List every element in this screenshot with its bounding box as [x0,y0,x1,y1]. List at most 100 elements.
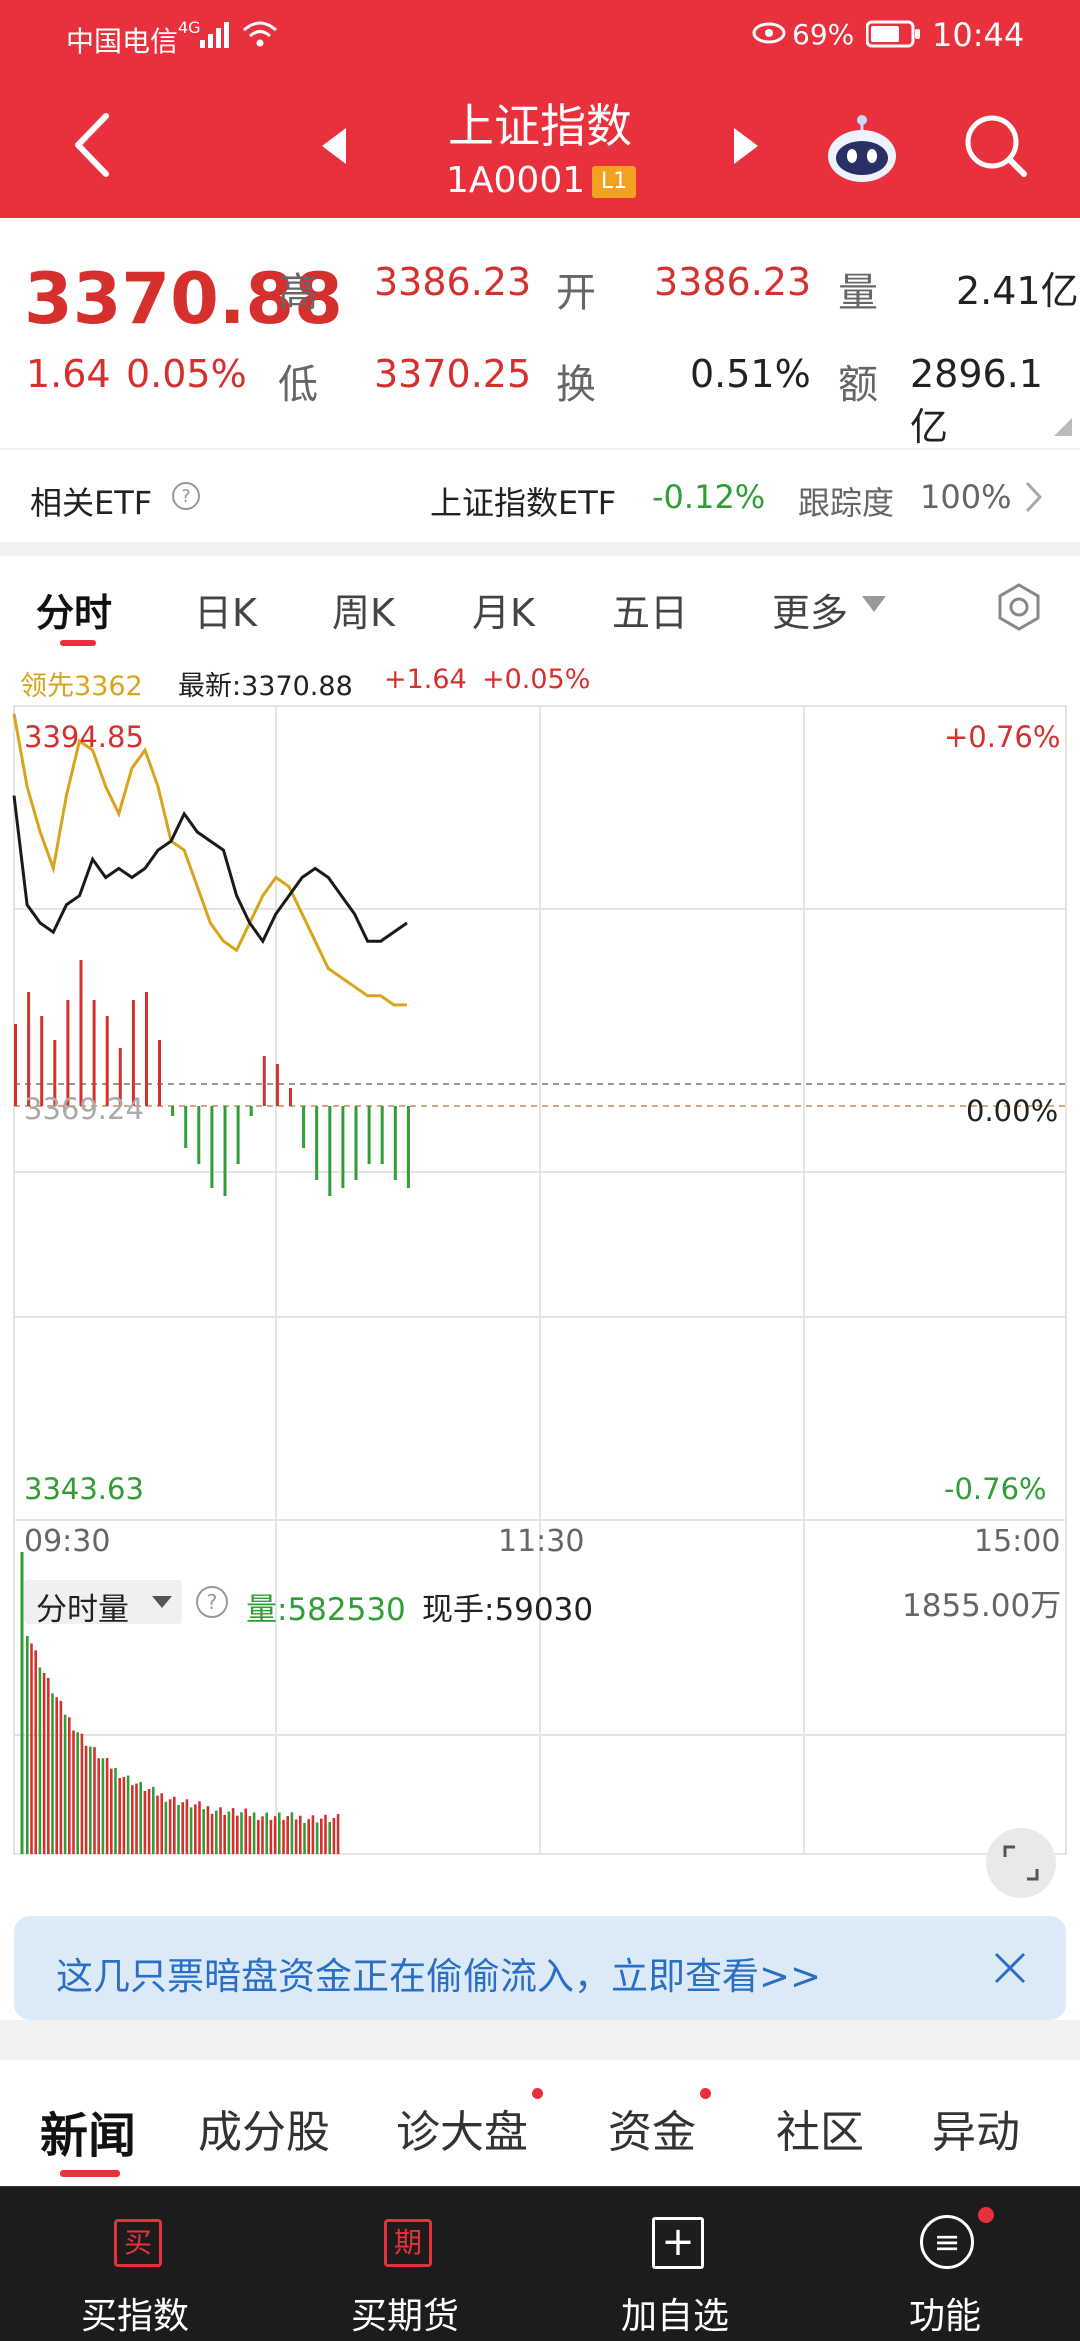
nav-label: 买指数 [80,2296,189,2337]
open-value: 3386.23 [654,260,812,304]
turnover-value: 0.51% [690,352,811,396]
flow-bar [380,1106,384,1164]
nav-label: 买期货 [350,2296,459,2337]
active-news-indicator [60,2170,120,2177]
settings-icon[interactable] [994,582,1044,632]
close-icon[interactable] [992,1950,1028,1986]
nav-add-watchlist[interactable]: + 加自选 [540,2187,810,2341]
volume-bar [227,1811,231,1854]
volume-bar [336,1814,340,1854]
volume-bar [59,1700,63,1854]
volume-bar [84,1745,88,1854]
time-mid: 11:30 [498,1524,585,1559]
dropdown-triangle-icon [152,1596,172,1608]
volume-bar [34,1650,37,1854]
flow-bar [393,1106,397,1180]
robot-assistant-icon[interactable] [822,108,902,188]
flow-bar [328,1106,332,1196]
tab-intraday[interactable]: 分时 [36,582,112,637]
tab-community[interactable]: 社区 [776,2096,864,2160]
volume-bar [139,1781,142,1854]
help-icon[interactable]: ? [170,480,202,512]
next-stock-icon[interactable] [732,126,762,166]
volume-bar [236,1815,239,1854]
nav-label: 加自选 [620,2296,729,2337]
flow-bar [66,1000,70,1106]
volume-value: 2.41亿 [956,269,1079,313]
tab-more[interactable]: 更多 [772,582,848,637]
tab-market-diagnosis[interactable]: 诊大盘 [396,2096,528,2160]
flow-bar [341,1106,345,1188]
back-arrow-icon[interactable] [70,110,114,180]
fullscreen-icon [1003,1845,1039,1881]
volume-bar [248,1816,252,1854]
help-icon[interactable]: ? [194,1584,230,1620]
volume-bar [177,1805,180,1854]
volume-bar [189,1807,193,1854]
expand-corner-icon[interactable] [1054,418,1072,436]
y-axis-max: 3394.85 [24,720,144,754]
volume-bar [131,1785,134,1854]
volume-bar [185,1799,189,1854]
fullscreen-button[interactable] [986,1828,1056,1898]
quote-panel: 3370.88 1.64 0.05% 高 3386.23 低 3370.25 开… [0,218,1080,449]
volume-type-selector[interactable]: 分时量 [24,1580,182,1628]
price-chart-svg[interactable] [0,652,1080,1922]
volume-bar [93,1747,96,1854]
futures-icon: 期 [384,2219,432,2267]
tab-five-day[interactable]: 五日 [612,582,688,637]
volume-bar [160,1793,163,1854]
volume-bar [173,1796,176,1854]
volume-bar [38,1667,42,1854]
flow-bar [249,1106,253,1116]
volume-bar [89,1746,92,1854]
tab-weekly-k[interactable]: 周K [332,582,395,637]
prev-stock-icon[interactable] [318,126,348,166]
volume-bar [290,1812,294,1854]
tab-funds[interactable]: 资金 [608,2096,696,2160]
nav-functions[interactable]: ≡ 功能 [810,2187,1080,2341]
promo-banner[interactable]: 这几只票暗盘资金正在偷偷流入，立即查看>> [14,1916,1066,2020]
volume-bar [47,1678,50,1854]
low-label: 低 [278,362,318,408]
volume-bar [51,1693,54,1854]
volume-hand: 现手:59030 [422,1592,594,1628]
low-value: 3370.25 [374,352,532,396]
tab-components[interactable]: 成分股 [198,2096,330,2160]
volume-bar [198,1801,201,1854]
amount-value: 2896.1亿 [910,352,1043,449]
flow-bar [79,960,83,1106]
volume-current: 量:582530 [246,1592,406,1628]
volume-bar [110,1768,113,1854]
volume-bar [278,1812,281,1854]
volume-bar [294,1819,298,1854]
volume-bar [244,1808,247,1854]
tab-daily-k[interactable]: 日K [194,582,257,637]
flow-bar [406,1106,410,1188]
volume-bar [72,1730,75,1854]
tab-monthly-k[interactable]: 月K [472,582,535,637]
tab-unusual-moves[interactable]: 异动 [932,2096,1020,2160]
nav-buy-futures[interactable]: 期 买期货 [270,2187,540,2341]
tab-news[interactable]: 新闻 [40,2096,136,2166]
volume-bar [282,1819,285,1854]
news-tabs: 新闻 成分股 诊大盘 资金 社区 异动 [0,2060,1080,2186]
notification-dot [532,2088,543,2099]
flow-bar [223,1106,227,1196]
pct-axis-max: +0.76% [944,720,1061,754]
volume-bar [101,1758,105,1854]
carrier-label: 中国电信 [66,25,179,58]
volume-bar [315,1822,319,1854]
flow-bar [289,1088,292,1106]
chart-tabs: 分时 日K 周K 月K 五日 更多 [0,556,1080,654]
top-header: 中国电信 4G 69% 10:44 上证指数 1A0001 L1 [0,0,1080,218]
lead-line [12,713,407,1007]
volume-bar [240,1812,243,1854]
active-tab-indicator [60,640,96,646]
notification-dot [700,2088,711,2099]
search-icon[interactable] [962,112,1030,182]
volume-bar [261,1816,264,1854]
nav-buy-index[interactable]: 买 买指数 [0,2187,270,2341]
related-etf-row[interactable]: 相关ETF ? 上证指数ETF -0.12% 跟踪度 100% [0,450,1080,542]
related-etf-label: 相关ETF [30,484,153,522]
